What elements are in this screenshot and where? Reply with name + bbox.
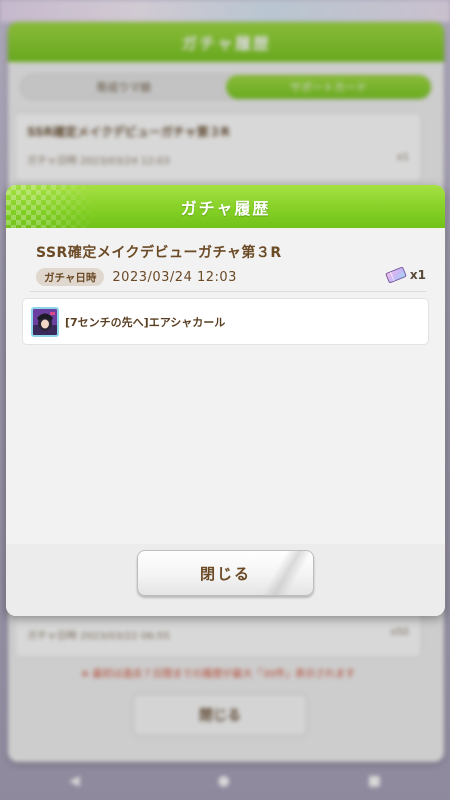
divider: [30, 291, 426, 292]
gacha-date-value: 2023/03/24 12:03: [112, 269, 237, 285]
result-label: [7センチの先へ]エアシャカール: [65, 315, 226, 329]
dialog-header: ガチャ履歴: [6, 185, 445, 228]
gacha-name: SSR確定メイクデビューガチャ第３R: [36, 245, 282, 261]
result-list-item[interactable]: [7センチの先へ]エアシャカール: [22, 298, 429, 345]
ticket-count-group: x1: [385, 267, 426, 283]
gacha-date-badge: ガチャ日時: [36, 268, 105, 286]
ticket-count: x1: [409, 268, 426, 282]
character-avatar-icon: [31, 306, 59, 337]
dialog-title: ガチャ履歴: [180, 198, 271, 218]
close-button-label: 閉じる: [199, 564, 251, 583]
header-pattern: [6, 185, 96, 228]
gacha-date-row: ガチャ日時 2023/03/24 12:03 x1: [36, 267, 426, 287]
ticket-icon: [385, 267, 407, 283]
close-button[interactable]: 閉じる: [137, 550, 314, 596]
